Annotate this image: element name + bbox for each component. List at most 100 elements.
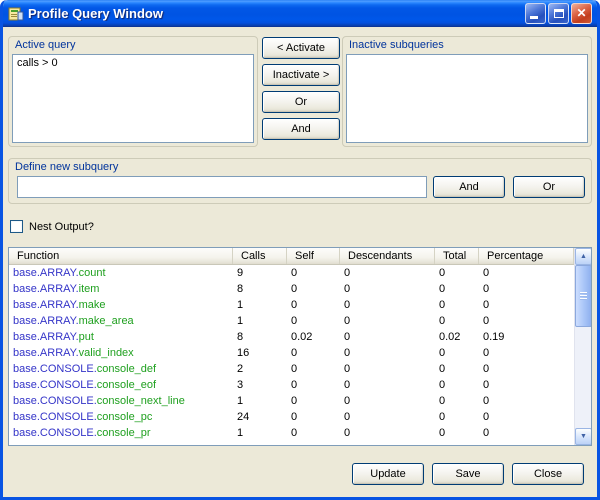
function-cell: base.CONSOLE.console_pr [9, 425, 233, 441]
value-cell: 8 [233, 281, 287, 297]
profile-query-window: Profile Query Window ✕ Active query call… [0, 0, 600, 500]
function-prefix: base.CONSOLE. [13, 395, 97, 407]
value-cell: 0 [340, 393, 435, 409]
table-row[interactable]: base.CONSOLE.console_next_line 1 0 0 0 0 [9, 393, 574, 409]
value-cell: 0 [479, 297, 574, 313]
nest-output-label: Nest Output? [29, 221, 94, 233]
function-feature: put [79, 331, 94, 343]
table-row[interactable]: base.ARRAY.make 1 0 0 0 0 [9, 297, 574, 313]
vertical-scrollbar[interactable]: ▲ ▼ [574, 248, 591, 445]
activate-button[interactable]: < Activate [262, 37, 340, 59]
function-cell: base.ARRAY.valid_index [9, 345, 233, 361]
transfer-button-column: < Activate Inactivate > Or And [262, 37, 340, 147]
titlebar[interactable]: Profile Query Window ✕ [3, 0, 597, 27]
function-prefix: base.ARRAY. [13, 267, 79, 279]
function-feature: console_pr [97, 427, 151, 439]
scroll-up-button[interactable]: ▲ [575, 248, 592, 265]
inactive-subqueries-list[interactable] [346, 54, 588, 143]
nest-output-row: Nest Output? [10, 220, 94, 233]
table-row[interactable]: base.CONSOLE.console_pr 1 0 0 0 0 [9, 425, 574, 441]
scrollbar-thumb[interactable] [575, 265, 592, 327]
maximize-button[interactable] [548, 3, 569, 24]
value-cell: 3 [233, 377, 287, 393]
column-header-calls[interactable]: Calls [233, 248, 287, 264]
table-row[interactable]: base.ARRAY.put 8 0.02 0 0.02 0.19 [9, 329, 574, 345]
value-cell: 1 [233, 297, 287, 313]
function-prefix: base.ARRAY. [13, 315, 79, 327]
subquery-and-button[interactable]: And [433, 176, 505, 198]
active-query-group: Active query calls > 0 [8, 36, 258, 147]
table-row[interactable]: base.CONSOLE.console_eof 3 0 0 0 0 [9, 377, 574, 393]
value-cell: 0 [340, 329, 435, 345]
scroll-up-icon: ▲ [580, 253, 587, 260]
value-cell: 0 [479, 345, 574, 361]
value-cell: 0 [479, 425, 574, 441]
minimize-button[interactable] [525, 3, 546, 24]
column-header-total[interactable]: Total [435, 248, 479, 264]
function-prefix: base.CONSOLE. [13, 379, 97, 391]
function-cell: base.CONSOLE.console_next_line [9, 393, 233, 409]
value-cell: 0 [435, 281, 479, 297]
nest-output-checkbox[interactable] [10, 220, 23, 233]
subquery-or-button[interactable]: Or [513, 176, 585, 198]
function-prefix: base.CONSOLE. [13, 411, 97, 423]
and-transfer-button[interactable]: And [262, 118, 340, 140]
function-cell: base.CONSOLE.console_def [9, 361, 233, 377]
inactive-subqueries-label: Inactive subqueries [349, 39, 444, 51]
value-cell: 0 [287, 297, 340, 313]
value-cell: 0 [435, 345, 479, 361]
active-query-item[interactable]: calls > 0 [13, 55, 253, 71]
profiler-icon [8, 6, 24, 22]
value-cell: 24 [233, 409, 287, 425]
value-cell: 0 [479, 281, 574, 297]
function-cell: base.ARRAY.count [9, 265, 233, 281]
close-footer-button[interactable]: Close [512, 463, 584, 485]
table-row[interactable]: base.CONSOLE.console_pc 24 0 0 0 0 [9, 409, 574, 425]
window-title: Profile Query Window [28, 6, 525, 21]
column-header-descendants[interactable]: Descendants [340, 248, 435, 264]
value-cell: 0 [435, 425, 479, 441]
update-button[interactable]: Update [352, 463, 424, 485]
table-row[interactable]: base.ARRAY.make_area 1 0 0 0 0 [9, 313, 574, 329]
table-row[interactable]: base.ARRAY.valid_index 16 0 0 0 0 [9, 345, 574, 361]
value-cell: 0.02 [287, 329, 340, 345]
close-button[interactable]: ✕ [571, 3, 592, 24]
or-transfer-button[interactable]: Or [262, 91, 340, 113]
subquery-input[interactable] [17, 176, 427, 198]
inactivate-button[interactable]: Inactivate > [262, 64, 340, 86]
active-query-list[interactable]: calls > 0 [12, 54, 254, 143]
function-cell: base.CONSOLE.console_pc [9, 409, 233, 425]
function-feature: console_eof [97, 379, 156, 391]
function-feature: item [79, 283, 100, 295]
value-cell: 0 [340, 361, 435, 377]
column-header-percentage[interactable]: Percentage [479, 248, 574, 264]
function-prefix: base.ARRAY. [13, 299, 79, 311]
column-header-self[interactable]: Self [287, 248, 340, 264]
value-cell: 0 [287, 281, 340, 297]
define-subquery-group: Define new subquery And Or [8, 158, 592, 204]
function-feature: console_next_line [97, 395, 185, 407]
value-cell: 0 [287, 313, 340, 329]
table-row[interactable]: base.ARRAY.item 8 0 0 0 0 [9, 281, 574, 297]
value-cell: 0 [287, 393, 340, 409]
value-cell: 0 [340, 345, 435, 361]
save-button[interactable]: Save [432, 463, 504, 485]
value-cell: 0 [479, 265, 574, 281]
value-cell: 16 [233, 345, 287, 361]
active-query-label: Active query [15, 39, 76, 51]
profile-results-table: Function Calls Self Descendants Total Pe… [8, 247, 592, 446]
function-prefix: base.ARRAY. [13, 283, 79, 295]
function-prefix: base.ARRAY. [13, 347, 79, 359]
value-cell: 8 [233, 329, 287, 345]
table-row[interactable]: base.CONSOLE.console_def 2 0 0 0 0 [9, 361, 574, 377]
value-cell: 0 [287, 361, 340, 377]
value-cell: 1 [233, 425, 287, 441]
value-cell: 0 [287, 265, 340, 281]
table-row[interactable]: base.ARRAY.count 9 0 0 0 0 [9, 265, 574, 281]
value-cell: 0 [340, 265, 435, 281]
value-cell: 0 [435, 297, 479, 313]
function-cell: base.ARRAY.item [9, 281, 233, 297]
column-header-function[interactable]: Function [9, 248, 233, 264]
scroll-down-button[interactable]: ▼ [575, 428, 592, 445]
minimize-icon [530, 16, 538, 19]
